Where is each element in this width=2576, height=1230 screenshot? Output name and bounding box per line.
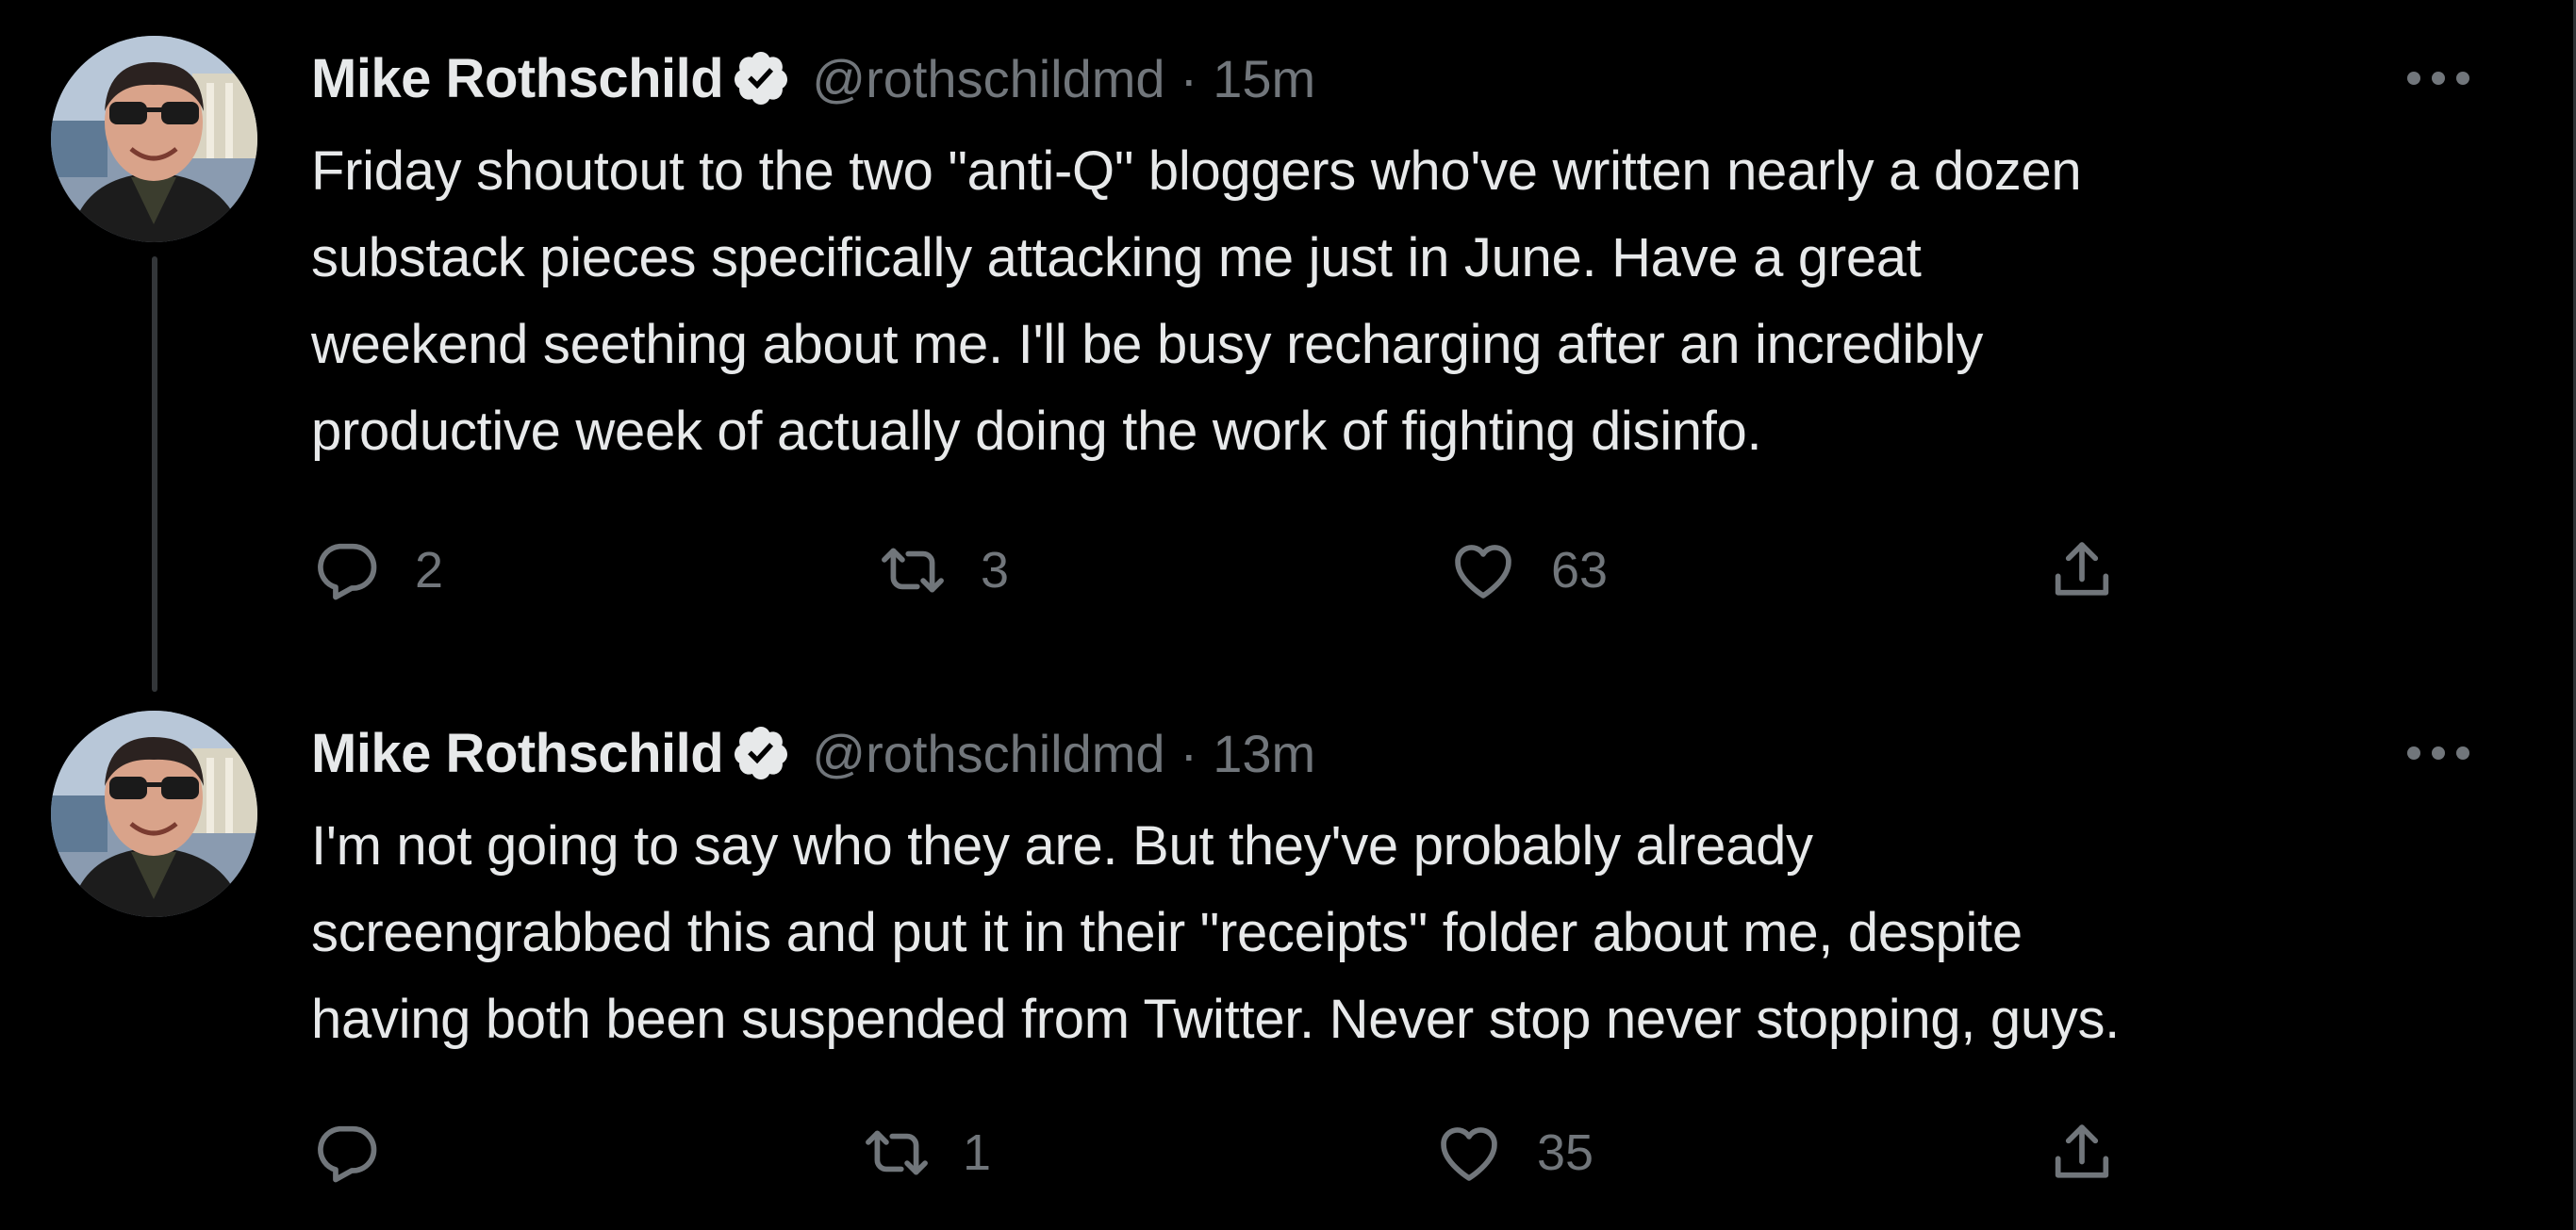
verified-badge-icon xyxy=(731,48,791,108)
heart-icon xyxy=(1455,545,1511,599)
separator-dot: · xyxy=(1180,723,1198,783)
author-display-name[interactable]: Mike Rothschild xyxy=(311,47,724,110)
reply-button[interactable] xyxy=(311,1115,415,1190)
author-display-name[interactable]: Mike Rothschild xyxy=(311,722,724,785)
tweet-text-line: I'm not going to say who they are. But t… xyxy=(311,815,1813,877)
tweet-actions: 2 3 63 xyxy=(311,533,2470,608)
retweet-icon xyxy=(866,1130,928,1175)
tweet-actions: 1 35 xyxy=(311,1115,2470,1190)
tweet-header: Mike Rothschild @rothschildmd · 15m xyxy=(311,36,1315,121)
reply-icon xyxy=(318,1125,377,1183)
tweet-text-line: weekend seething about me. I'll be busy … xyxy=(311,314,1984,375)
tweet-text-line: substack pieces specifically attacking m… xyxy=(311,227,1922,288)
more-dots-icon[interactable] xyxy=(2407,730,2469,777)
tweet-text: I'm not going to say who they are. But t… xyxy=(311,803,2546,1063)
like-button[interactable]: 63 xyxy=(1447,533,1608,608)
verified-badge-icon xyxy=(731,723,791,783)
share-button[interactable] xyxy=(2046,1115,2118,1190)
heart-icon xyxy=(1441,1127,1497,1181)
tweet-text: Friday shoutout to the two "anti-Q" blog… xyxy=(311,128,2546,475)
tweet-header: Mike Rothschild @rothschildmd · 13m xyxy=(311,711,1315,795)
like-button[interactable]: 35 xyxy=(1433,1115,1593,1190)
reply-count: 2 xyxy=(415,542,444,599)
tweet-text-line: productive week of actually doing the wo… xyxy=(311,401,1762,462)
avatar[interactable] xyxy=(51,711,257,917)
more-dots-icon[interactable] xyxy=(2407,55,2469,102)
author-handle[interactable]: @rothschildmd xyxy=(812,723,1164,784)
retweet-button[interactable]: 1 xyxy=(861,1115,991,1190)
retweet-count: 1 xyxy=(963,1124,992,1181)
share-icon xyxy=(2055,1124,2109,1178)
separator-dot: · xyxy=(1180,48,1198,108)
tweet-timestamp[interactable]: 15m xyxy=(1213,48,1315,109)
reply-button[interactable]: 2 xyxy=(311,533,443,608)
tweet-timestamp[interactable]: 13m xyxy=(1213,723,1315,784)
author-handle[interactable]: @rothschildmd xyxy=(812,48,1164,109)
tweet[interactable]: Mike Rothschild @rothschildmd · 13m I'm … xyxy=(0,675,2573,1230)
retweet-button[interactable]: 3 xyxy=(877,533,1009,608)
reply-icon xyxy=(318,543,377,600)
retweet-icon xyxy=(882,548,944,593)
tweet-text-line: having both been suspended from Twitter.… xyxy=(311,989,2120,1050)
retweet-count: 3 xyxy=(981,542,1010,599)
tweet-text-line: Friday shoutout to the two "anti-Q" blog… xyxy=(311,140,2082,202)
like-count: 63 xyxy=(1551,542,1609,599)
share-button[interactable] xyxy=(2046,533,2118,608)
tweet[interactable]: Mike Rothschild @rothschildmd · 15m Frid… xyxy=(0,0,2573,688)
avatar[interactable] xyxy=(51,36,257,242)
tweet-text-line: screengrabbed this and put it in their "… xyxy=(311,902,2023,963)
share-icon xyxy=(2055,542,2109,596)
like-count: 35 xyxy=(1537,1124,1594,1181)
